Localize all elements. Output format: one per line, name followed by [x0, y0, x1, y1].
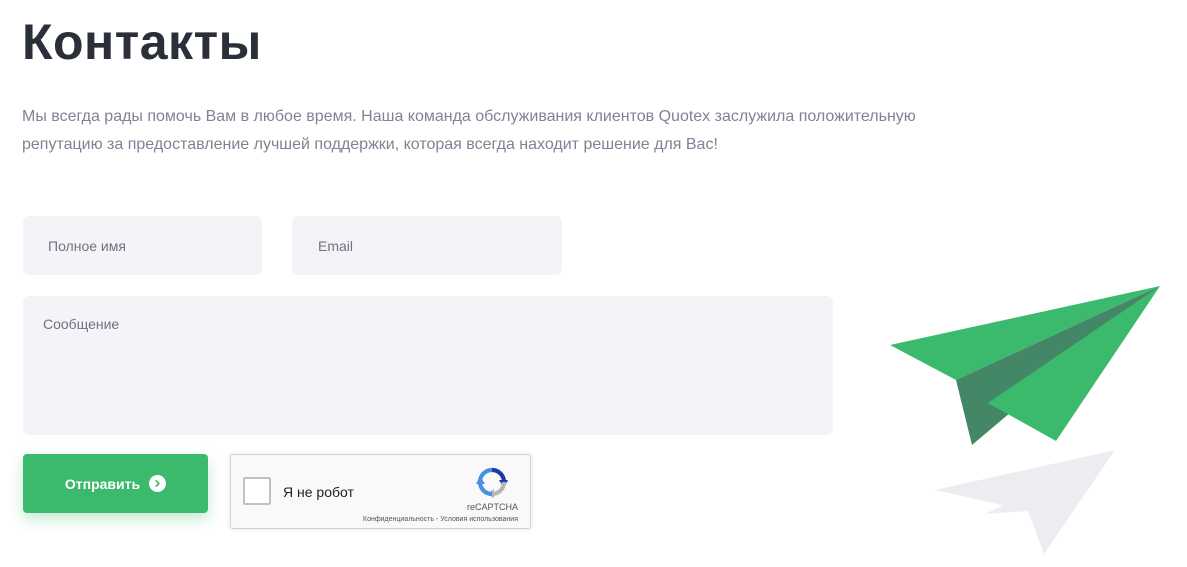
recaptcha-links: Конфиденциальность - Условия использован…: [363, 516, 518, 523]
message-textarea[interactable]: [23, 296, 833, 435]
intro-text: Мы всегда рады помочь Вам в любое время.…: [22, 103, 982, 159]
email-input[interactable]: [292, 216, 562, 275]
green-plane: [890, 286, 1160, 445]
shadow-plane: [935, 450, 1115, 554]
arrow-right-circle-icon: [149, 475, 167, 492]
recaptcha-terms-link[interactable]: Условия использования: [440, 516, 518, 523]
submit-button-label: Отправить: [64, 475, 141, 492]
intro-line-2: репутацию за предоставление лучшей подде…: [22, 136, 718, 153]
paper-plane-icon: [890, 286, 1160, 554]
intro-line-1: Мы всегда рады помочь Вам в любое время.…: [22, 108, 916, 125]
recaptcha-widget: Я не робот reCAPTCHA Конфиденциальность …: [230, 454, 531, 529]
page-title: Контакты: [22, 14, 262, 70]
full-name-input[interactable]: [23, 216, 262, 275]
recaptcha-logo-icon: [476, 467, 508, 498]
recaptcha-links-separator: -: [436, 516, 439, 523]
recaptcha-privacy-link[interactable]: Конфиденциальность: [363, 516, 434, 523]
submit-button[interactable]: Отправить: [23, 454, 208, 513]
recaptcha-brand: reCAPTCHA: [466, 502, 518, 512]
recaptcha-checkbox[interactable]: [243, 477, 271, 505]
recaptcha-label: Я не робот: [283, 484, 354, 500]
